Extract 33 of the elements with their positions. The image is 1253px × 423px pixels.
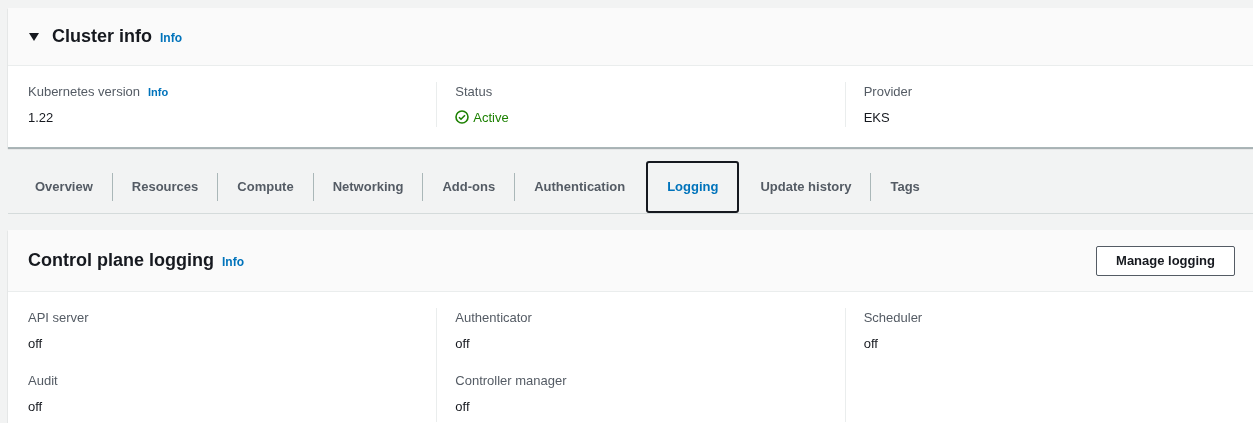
tab[interactable]: Logging <box>646 161 740 213</box>
tab[interactable]: Tags <box>871 161 939 213</box>
field-label: Audit <box>28 372 59 390</box>
check-circle-icon <box>455 110 470 125</box>
field-value: 1.22 <box>28 108 55 127</box>
field-label: Provider <box>863 83 913 101</box>
field-value: off <box>455 334 471 353</box>
manage-logging-button[interactable]: Manage logging <box>1096 245 1235 276</box>
field-label: Controller manager <box>455 372 568 390</box>
field-value: off <box>455 397 471 416</box>
tab[interactable]: Add-ons <box>423 161 515 213</box>
field-value: off <box>28 397 44 416</box>
status-text: Active <box>473 108 509 127</box>
caret-icon[interactable] <box>28 30 40 43</box>
info-link[interactable]: Info <box>222 253 244 271</box>
tab[interactable]: Resources <box>112 161 218 213</box>
field-label: Scheduler <box>863 309 924 327</box>
field-label: Kubernetes version <box>28 83 140 101</box>
tab[interactable]: Networking <box>313 161 423 213</box>
panel-title: Cluster info <box>52 25 152 48</box>
tab[interactable]: Update history <box>741 161 871 213</box>
field-value: off <box>28 334 44 353</box>
panel-title: Control plane logging <box>28 249 214 272</box>
info-link[interactable]: Info <box>148 83 169 100</box>
info-link[interactable]: Info <box>160 29 182 47</box>
field-label: Authenticator <box>455 309 533 327</box>
field-label: API server <box>28 309 90 327</box>
tab[interactable]: Overview <box>16 161 112 213</box>
tab[interactable]: Compute <box>218 161 313 213</box>
field-value: off <box>863 334 879 353</box>
tab[interactable]: Authentication <box>515 161 645 213</box>
field-value: EKS <box>863 108 891 127</box>
field-label: Status <box>455 83 493 101</box>
